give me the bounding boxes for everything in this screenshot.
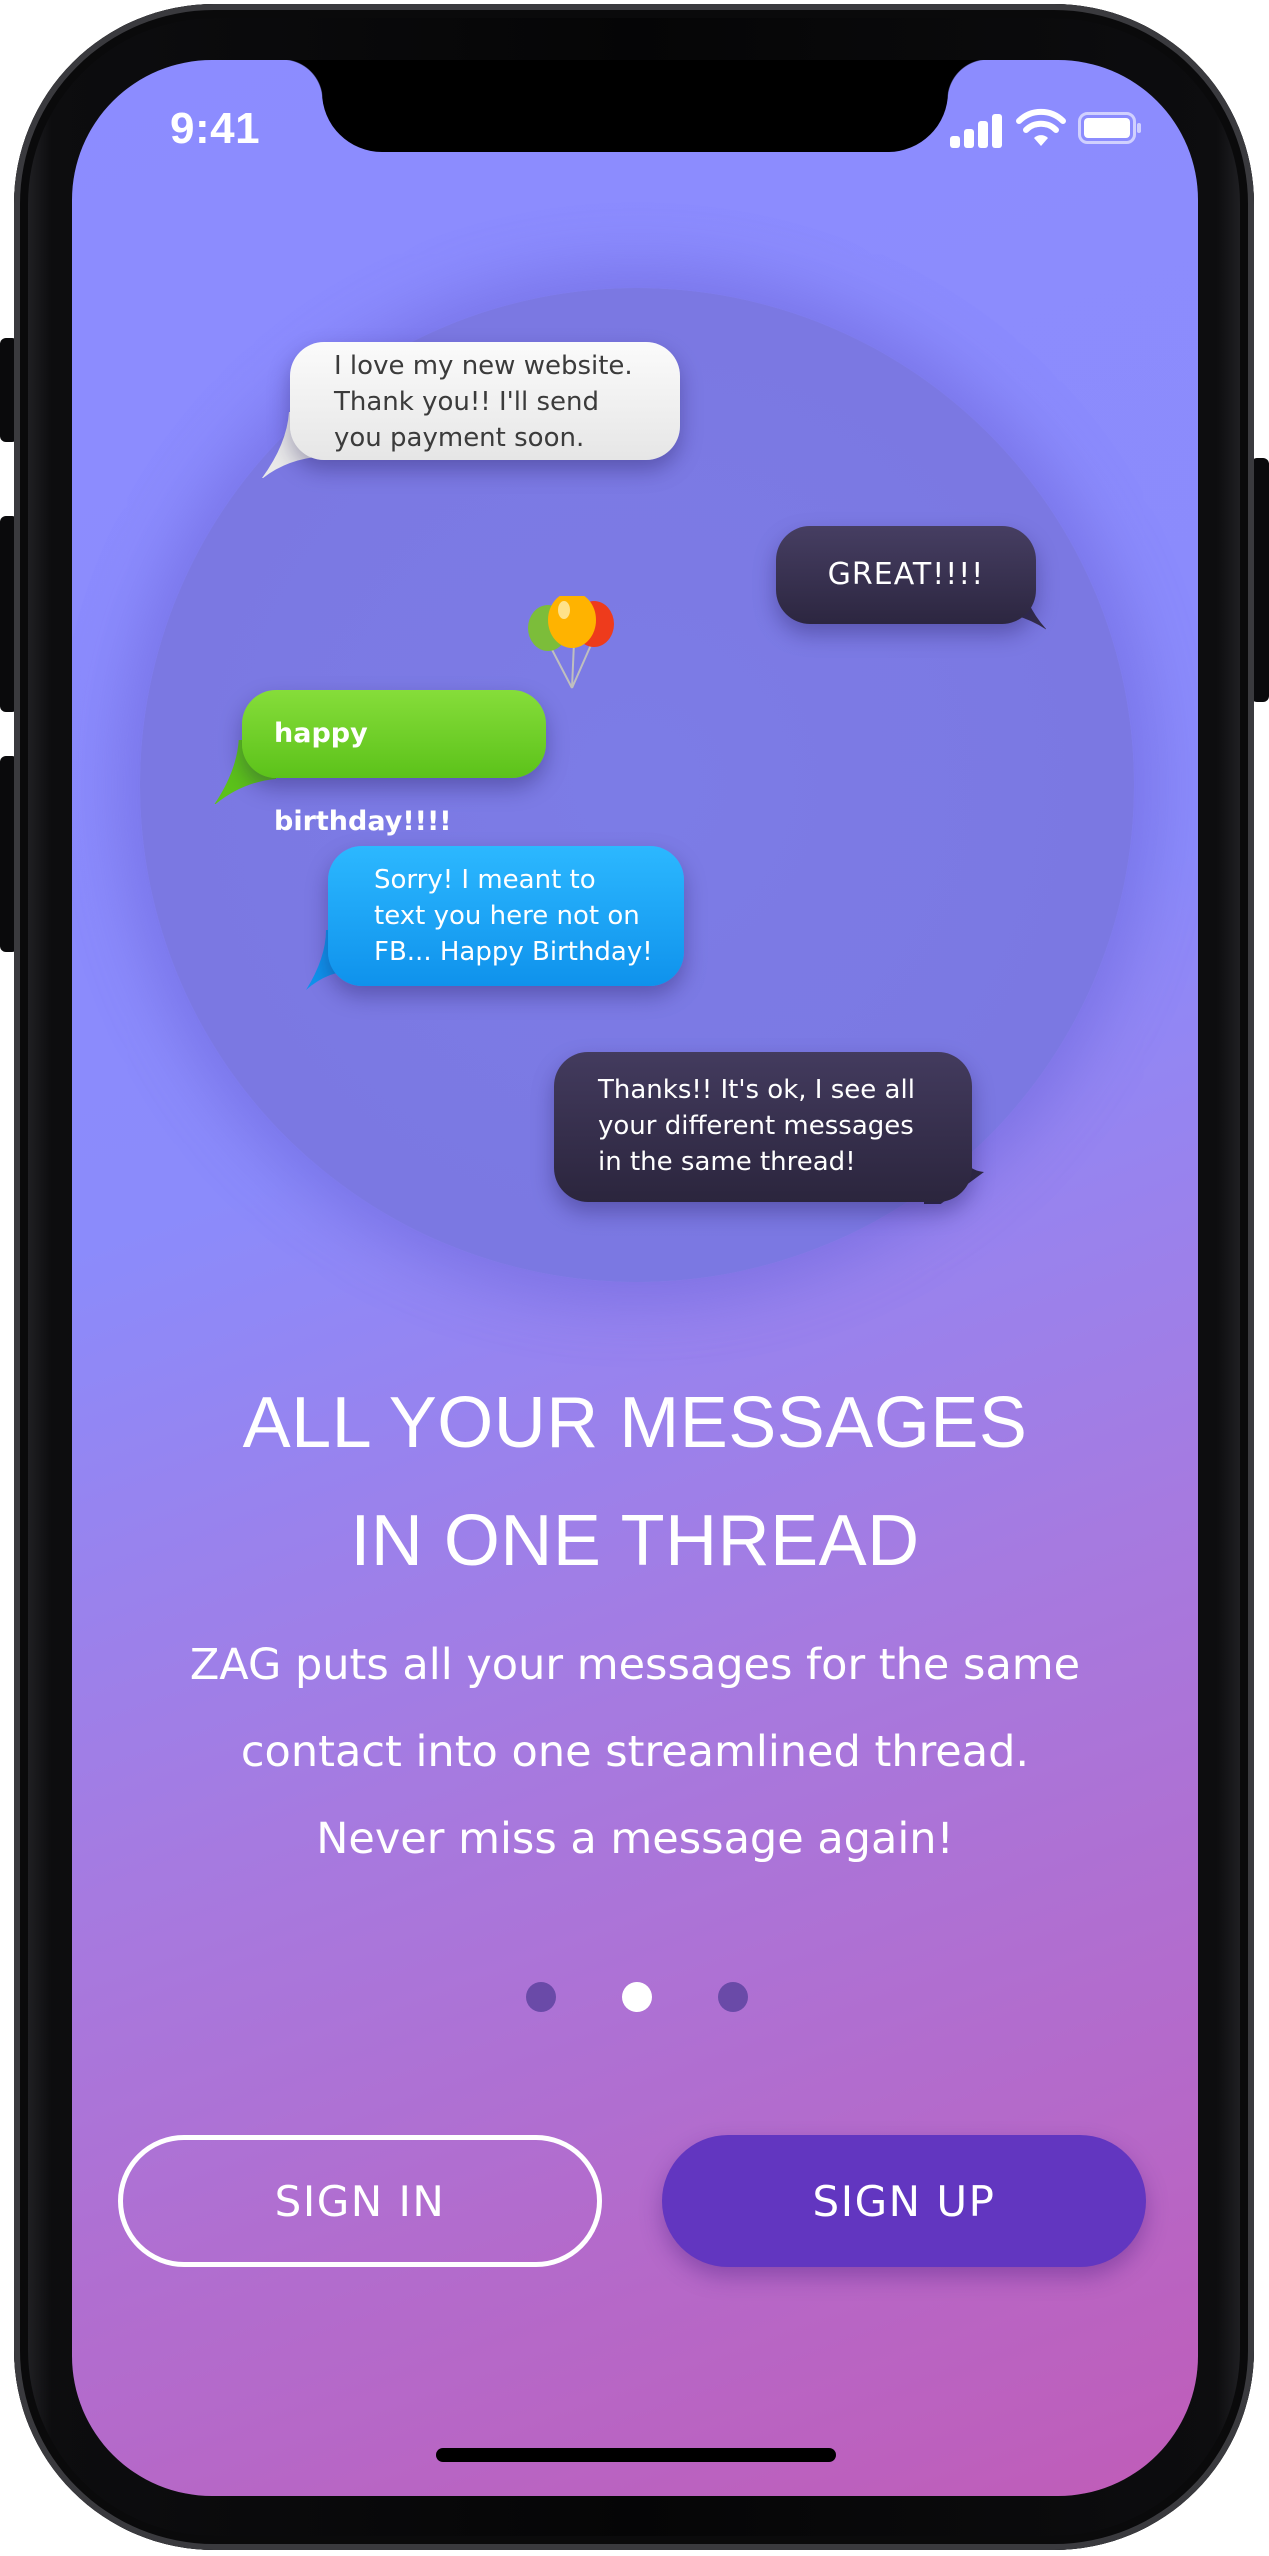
headline-line-2: IN ONE THREAD [350, 1501, 920, 1581]
chat-bubble-green: happy birthday!!!! [214, 690, 546, 837]
page-indicator [72, 1982, 1198, 2016]
notch [282, 60, 988, 152]
page-title: ALL YOUR MESSAGES IN ONE THREAD [72, 1364, 1198, 1600]
page-dot-2-active[interactable] [622, 1982, 652, 2012]
bubble-text: Sorry! I meant to text you here not on F… [374, 865, 653, 967]
chat-bubble-blue: Sorry! I meant to text you here not on F… [306, 846, 684, 990]
wifi-icon [1016, 108, 1066, 146]
bubble-text: happy birthday!!!! [274, 718, 452, 837]
description-line-2: contact into one streamlined thread. [240, 1727, 1030, 1777]
chat-bubble-dark-great: GREAT!!!! [776, 526, 1046, 630]
phone-device: 9:41 I love my new website. Thank you!! … [0, 0, 1269, 2556]
headline-line-1: ALL YOUR MESSAGES [242, 1383, 1028, 1463]
chat-bubble-gray: I love my new website. Thank you!! I'll … [261, 342, 680, 478]
bubble-text: I love my new website. Thank you!! I'll … [334, 351, 633, 453]
battery-icon [1078, 112, 1141, 144]
description-line-1: ZAG puts all your messages for the same [189, 1640, 1081, 1690]
page-dot-3[interactable] [718, 1982, 748, 2012]
app-screen: 9:41 I love my new website. Thank you!! … [72, 60, 1198, 2496]
sign-up-button[interactable]: SIGN UP [662, 2135, 1146, 2267]
balloons-icon [528, 596, 614, 689]
status-time: 9:41 [170, 104, 261, 153]
sign-in-button[interactable]: SIGN IN [118, 2135, 602, 2267]
bubble-text: GREAT!!!! [827, 557, 985, 592]
onboarding-description: ZAG puts all your messages for the same … [72, 1622, 1198, 1883]
signal-icon [950, 112, 1004, 148]
page-dot-1[interactable] [526, 1982, 556, 2012]
chat-bubble-dark-thanks: Thanks!! It's ok, I see all your differe… [554, 1052, 984, 1204]
home-indicator[interactable] [436, 2448, 836, 2462]
bubble-text: Thanks!! It's ok, I see all your differe… [598, 1075, 915, 1177]
description-line-3: Never miss a message again! [316, 1814, 954, 1864]
